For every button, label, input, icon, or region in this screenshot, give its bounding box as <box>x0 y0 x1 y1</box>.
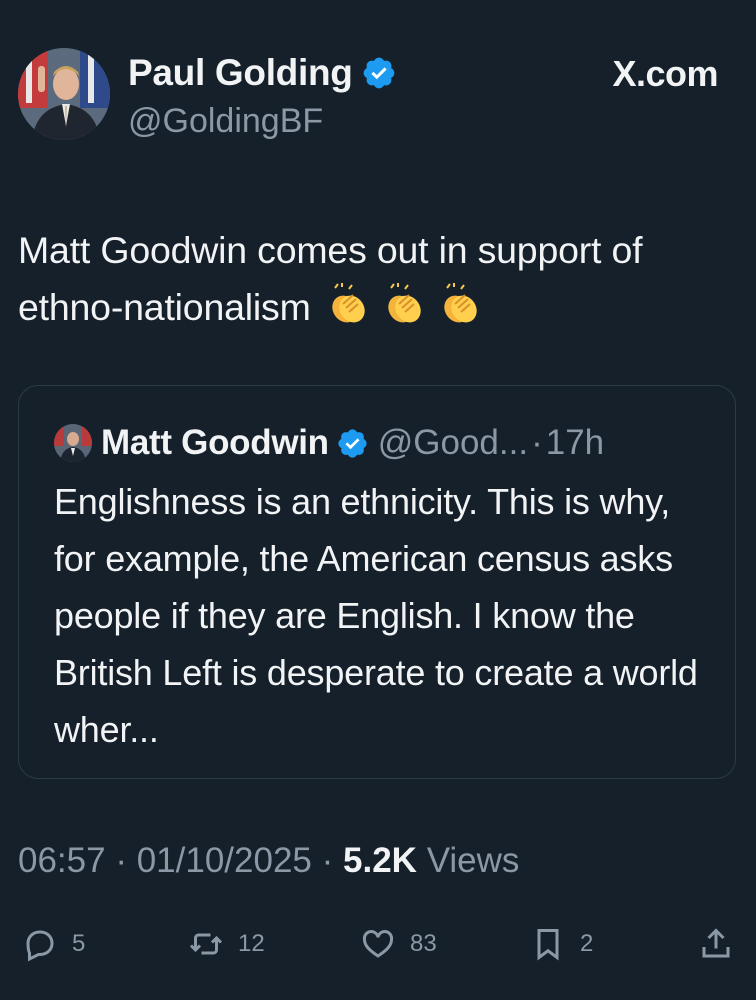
bookmark-button[interactable]: 2 <box>530 921 593 967</box>
quoted-author-avatar[interactable] <box>54 424 92 462</box>
quoted-tweet-card[interactable]: Matt Goodwin @Good... · 17h Englishness … <box>18 385 736 779</box>
quoted-author-handle[interactable]: @Good... <box>378 423 528 463</box>
verified-badge-icon <box>363 57 394 89</box>
reply-count: 5 <box>72 930 86 957</box>
share-icon <box>702 928 730 958</box>
author-avatar[interactable] <box>18 48 110 140</box>
quoted-separator: · <box>531 423 543 462</box>
tweet-time[interactable]: 06:57 <box>18 841 106 880</box>
bookmark-count: 2 <box>580 930 594 957</box>
clapping-hands-icon <box>388 283 421 323</box>
quoted-tweet-text: Englishness is an ethnicity. This is why… <box>54 481 698 750</box>
meta-separator: · <box>321 841 334 880</box>
meta-separator: · <box>115 841 127 880</box>
clapping-hands-icon <box>444 283 477 323</box>
author-name-row: Paul Golding <box>128 50 397 96</box>
tweet-body: Matt Goodwin comes out in support of eth… <box>18 222 743 342</box>
share-button[interactable] <box>698 921 734 967</box>
repost-count: 12 <box>238 930 265 957</box>
brand-label: X.com <box>612 53 718 94</box>
like-button[interactable]: 83 <box>360 921 437 967</box>
repost-button[interactable]: 12 <box>188 921 265 967</box>
author-display-name[interactable]: Paul Golding <box>128 50 353 96</box>
tweet-header: Paul Golding @GoldingBF <box>18 48 397 144</box>
quoted-tweet-header: Matt Goodwin @Good... · 17h <box>54 423 604 463</box>
like-count: 83 <box>410 930 437 957</box>
views-label: Views <box>426 841 520 880</box>
clapping-hands-emoji-group <box>327 282 485 342</box>
bookmark-icon <box>537 929 559 961</box>
verified-badge-icon <box>338 428 367 458</box>
tweet-date[interactable]: 01/10/2025 <box>137 841 312 880</box>
reply-button[interactable]: 5 <box>22 921 85 967</box>
reply-icon <box>26 930 54 962</box>
repost-icon <box>189 933 223 955</box>
views-count: 5.2K <box>343 841 417 880</box>
heart-icon <box>362 930 394 958</box>
quoted-timestamp[interactable]: 17h <box>546 423 604 463</box>
clapping-hands-icon <box>332 283 365 323</box>
tweet-screenshot: Paul Golding @GoldingBF X.com Matt Goodw… <box>0 0 756 1000</box>
tweet-actions: 5 12 83 2 <box>18 921 738 967</box>
quoted-author-name[interactable]: Matt Goodwin <box>101 423 329 463</box>
tweet-meta: 06:57 · 01/10/2025 · 5.2K Views <box>18 838 519 884</box>
author-names: Paul Golding @GoldingBF <box>128 50 397 144</box>
author-handle[interactable]: @GoldingBF <box>128 98 397 144</box>
